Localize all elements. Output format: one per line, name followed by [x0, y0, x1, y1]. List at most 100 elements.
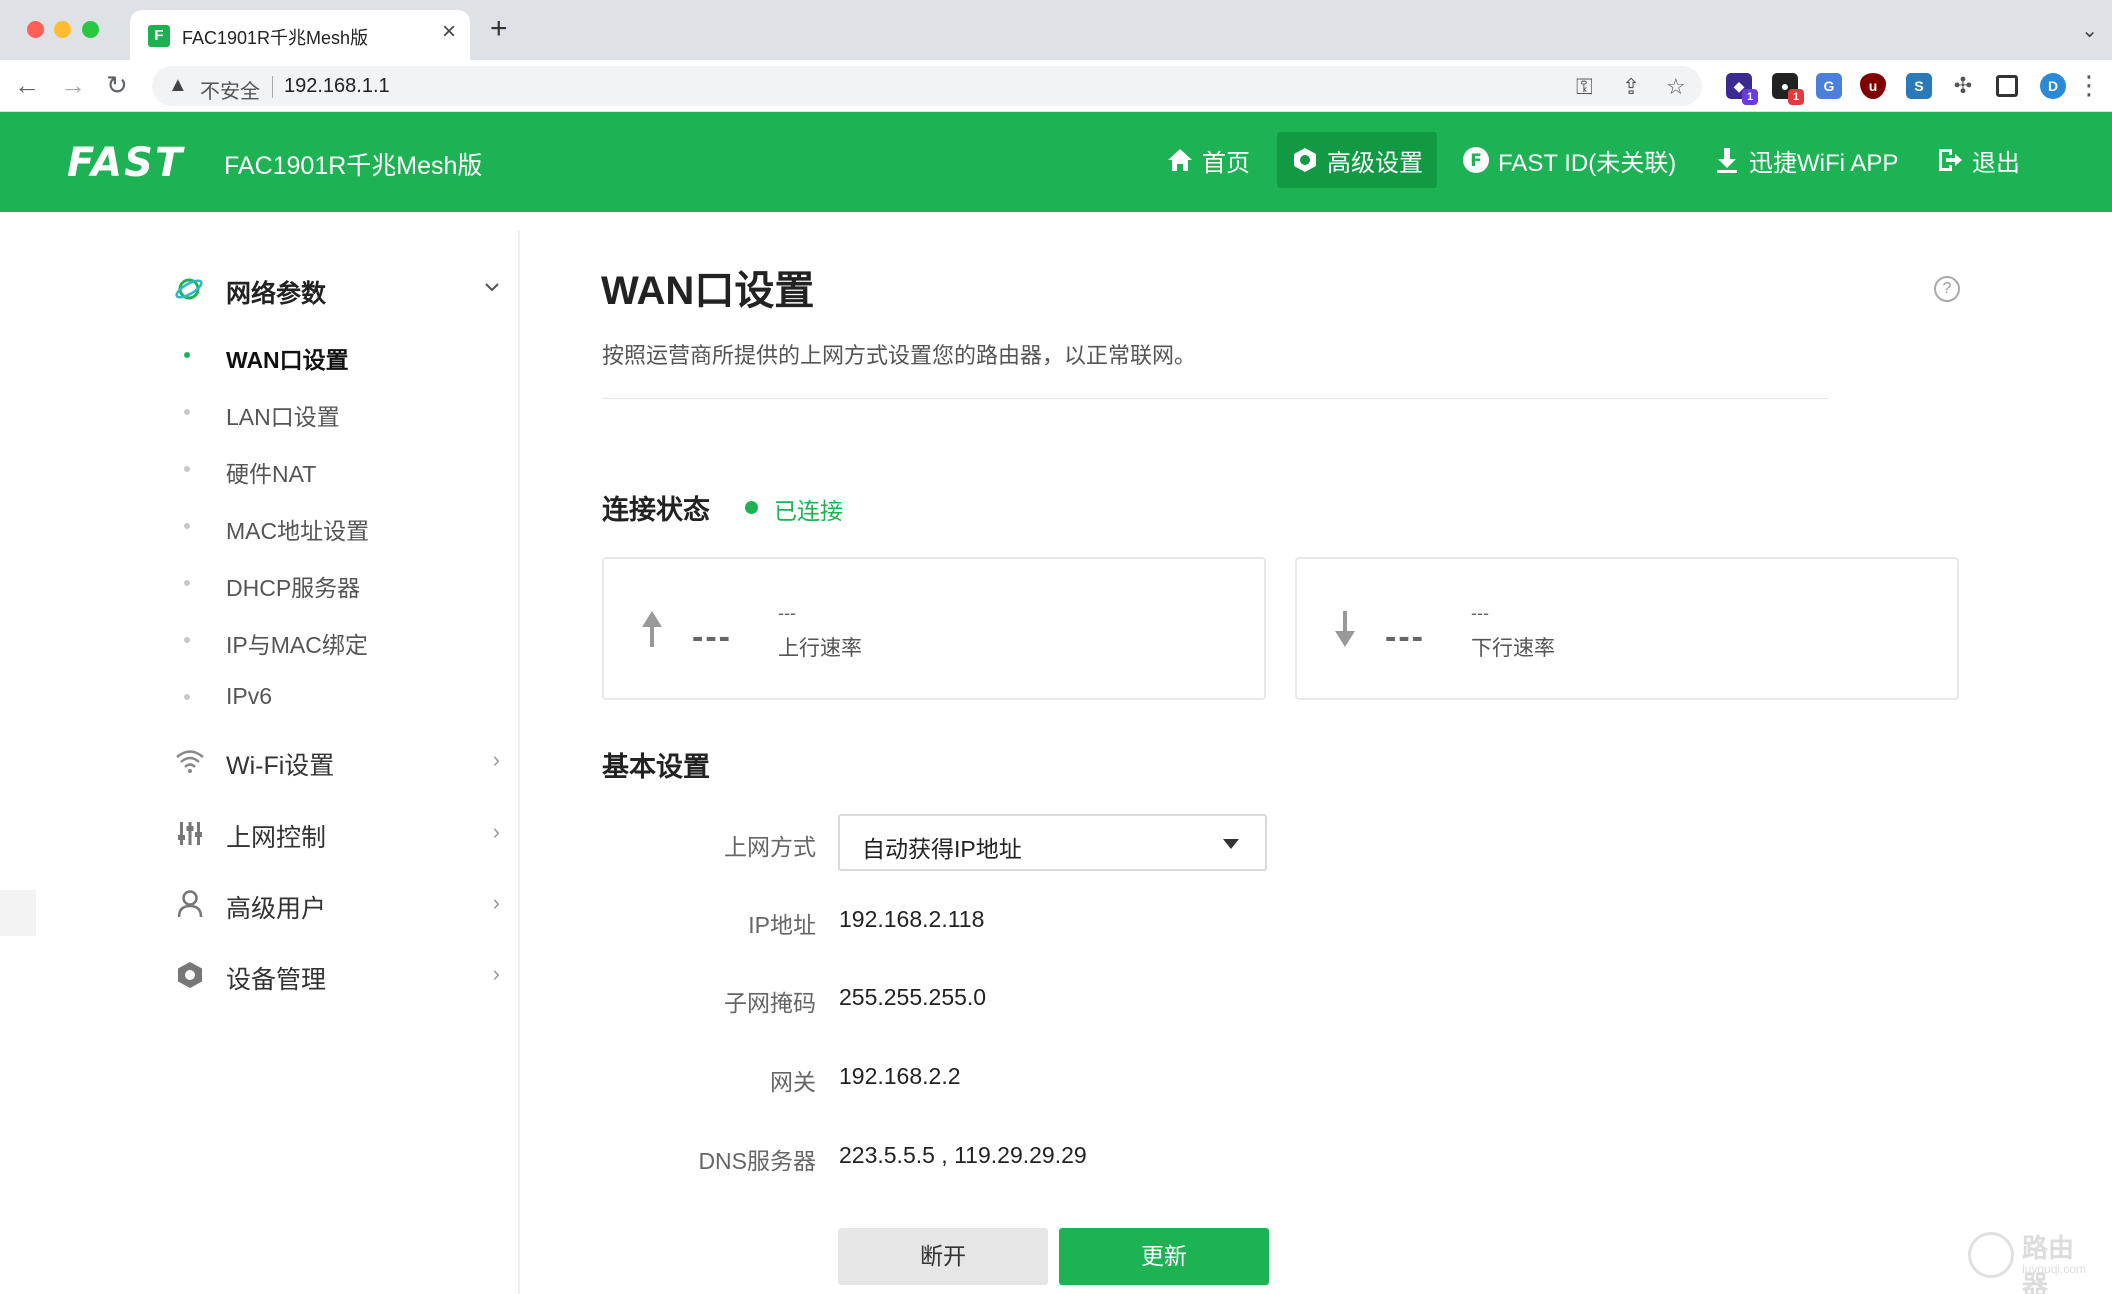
sliders-icon — [174, 817, 206, 849]
tab-search-chevron-icon[interactable]: ⌄ — [2081, 18, 2098, 43]
tab-title: FAC1901R千兆Mesh版 — [182, 28, 369, 48]
svg-text:F: F — [1470, 151, 1482, 171]
nav-fast-id[interactable]: F FAST ID(未关联) — [1448, 132, 1690, 188]
ip-address-label: IP地址 — [748, 912, 816, 938]
bookmark-star-icon[interactable]: ☆ — [1666, 74, 1686, 100]
sidebar-item-label: LAN口设置 — [226, 404, 340, 430]
ublock-icon[interactable]: u — [1860, 73, 1886, 99]
sidebar-group-network-params[interactable]: 网络参数 — [174, 270, 500, 310]
nav-advanced-settings[interactable]: 高级设置 — [1277, 132, 1437, 188]
sidebar-item-ipv6[interactable]: IPv6 — [180, 677, 480, 717]
sidebar-group-device-management[interactable]: 设备管理 › — [174, 953, 500, 997]
fast-logo: FAST — [67, 140, 185, 186]
subnet-mask-label: 子网掩码 — [724, 990, 816, 1016]
warning-icon[interactable]: ▲ — [168, 74, 188, 97]
logout-icon — [1936, 146, 1964, 174]
upload-speed-value: --- — [692, 618, 732, 656]
help-icon[interactable]: ? — [1934, 276, 1960, 302]
sidebar-item-mac-address[interactable]: MAC地址设置 — [180, 506, 480, 546]
nav-wifi-app-label: 迅捷WiFi APP — [1749, 149, 1899, 177]
sidebar-bullet — [184, 694, 190, 700]
connection-type-select[interactable]: 自动获得IP地址 — [838, 814, 1267, 871]
puzzle-icon[interactable]: ✣ — [1950, 73, 1976, 99]
nav-logout-label: 退出 — [1972, 149, 2020, 177]
share-icon[interactable]: ⇪ — [1622, 74, 1640, 100]
sidebar-group-internet-control[interactable]: 上网控制 › — [174, 811, 500, 855]
ip-address-value: 192.168.2.118 — [839, 906, 985, 932]
tab-favicon-icon: F — [148, 25, 170, 47]
window-close-button[interactable] — [27, 21, 44, 38]
download-icon — [1713, 146, 1741, 174]
sidebar-item-dhcp[interactable]: DHCP服务器 — [180, 563, 480, 603]
window-minimize-button[interactable] — [54, 21, 71, 38]
watermark-logo — [1968, 1232, 2014, 1278]
sidebar-bullet — [184, 466, 190, 472]
address-bar[interactable]: ▲ 不安全 192.168.1.1 ⚿ ⇪ ☆ — [152, 66, 1702, 106]
new-tab-button[interactable]: + — [490, 14, 508, 44]
status-indicator-dot — [745, 501, 758, 514]
tab-close-icon[interactable]: × — [442, 20, 456, 44]
download-speed-card: --- --- 下行速率 — [1295, 557, 1959, 700]
sidebar-group-label: 网络参数 — [226, 280, 327, 308]
nav-logout[interactable]: 退出 — [1922, 132, 2034, 188]
insecure-label[interactable]: 不安全 — [200, 75, 260, 104]
scroll-edge-tab — [0, 890, 36, 936]
browser-menu-icon[interactable]: ⋮ — [2076, 70, 2102, 101]
extension-badge: 1 — [1788, 89, 1804, 105]
side-panel-icon[interactable] — [1996, 75, 2018, 97]
chevron-right-icon: › — [492, 890, 500, 915]
upload-speed-label: 上行速率 — [778, 637, 862, 660]
download-speed-label: 下行速率 — [1471, 637, 1555, 660]
upload-speed-card: --- --- 上行速率 — [602, 557, 1266, 700]
disconnect-button[interactable]: 断开 — [838, 1228, 1048, 1285]
chevron-right-icon: › — [492, 961, 500, 986]
browser-tab-bar: F FAC1901R千兆Mesh版 × + ⌄ — [0, 0, 2112, 60]
dns-server-label: DNS服务器 — [698, 1148, 816, 1174]
renew-button[interactable]: 更新 — [1059, 1228, 1269, 1285]
sidebar-item-wan[interactable]: WAN口设置 — [180, 335, 480, 375]
home-icon — [1166, 146, 1194, 174]
connection-status-text: 已连接 — [774, 498, 843, 524]
translate-icon[interactable]: G — [1816, 73, 1842, 99]
sidebar-item-label: MAC地址设置 — [226, 518, 370, 544]
sidebar-item-lan[interactable]: LAN口设置 — [180, 392, 480, 432]
basic-settings-title: 基本设置 — [602, 752, 710, 782]
hexagon-icon — [174, 959, 206, 991]
connection-type-value: 自动获得IP地址 — [862, 836, 1022, 862]
sidebar-bullet — [184, 409, 190, 415]
browser-toolbar: ← → ↻ ▲ 不安全 192.168.1.1 ⚿ ⇪ ☆ ◆ 1 ● 1 G u … — [0, 60, 2112, 112]
forward-button[interactable]: → — [60, 70, 86, 100]
omnibox-divider — [272, 76, 273, 98]
window-zoom-button[interactable] — [82, 21, 99, 38]
browser-tab[interactable]: F FAC1901R千兆Mesh版 × — [130, 10, 470, 60]
caret-down-icon — [1223, 839, 1239, 849]
nav-home[interactable]: 首页 — [1152, 132, 1264, 188]
download-speed-unit: --- — [1471, 603, 1489, 623]
chevron-right-icon: › — [492, 747, 500, 772]
sidebar-item-hardware-nat[interactable]: 硬件NAT — [180, 449, 480, 489]
nav-advanced-label: 高级设置 — [1327, 149, 1423, 177]
extension-icon-1[interactable]: ◆ 1 — [1726, 73, 1758, 105]
url-text[interactable]: 192.168.1.1 — [284, 75, 390, 98]
back-button[interactable]: ← — [14, 70, 40, 100]
sidebar-bullet — [184, 523, 190, 529]
extension-icon-s[interactable]: S — [1906, 73, 1932, 99]
gateway-value: 192.168.2.2 — [839, 1063, 961, 1089]
watermark-text: 路由器 — [2022, 1233, 2075, 1294]
sidebar-item-ip-mac-binding[interactable]: IP与MAC绑定 — [180, 620, 480, 660]
gateway-label: 网关 — [770, 1069, 816, 1095]
extension-icon-2[interactable]: ● 1 — [1772, 73, 1804, 105]
nav-wifi-app[interactable]: 迅捷WiFi APP — [1699, 132, 1912, 188]
hexagon-gear-icon — [1291, 146, 1319, 174]
sidebar-group-advanced-user[interactable]: 高级用户 › — [174, 882, 500, 926]
reload-button[interactable]: ↻ — [106, 70, 128, 100]
chevron-down-icon — [484, 276, 500, 299]
chevron-right-icon: › — [492, 819, 500, 844]
sidebar-group-label: 设备管理 — [226, 966, 327, 994]
sidebar-group-wifi[interactable]: Wi-Fi设置 › — [174, 739, 500, 783]
key-icon[interactable]: ⚿ — [1576, 74, 1593, 100]
sidebar-item-label: DHCP服务器 — [226, 575, 361, 601]
title-divider — [602, 398, 1828, 399]
nav-home-label: 首页 — [1202, 149, 1250, 177]
profile-avatar[interactable]: D — [2040, 73, 2066, 99]
